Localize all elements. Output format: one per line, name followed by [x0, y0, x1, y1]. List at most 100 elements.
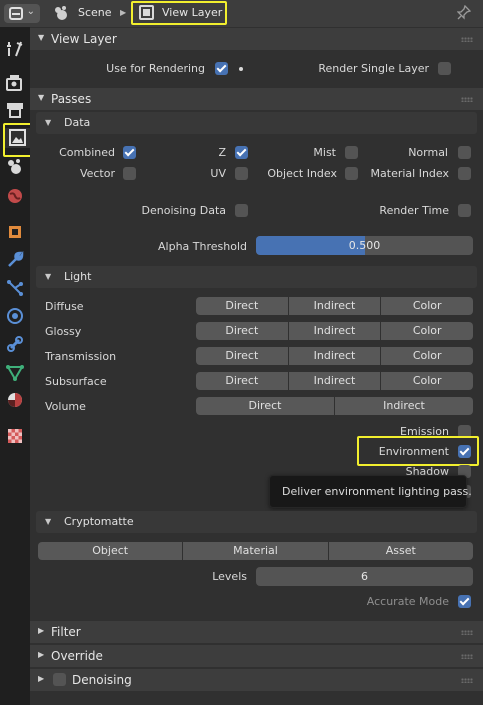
levels-label: Levels — [212, 570, 247, 583]
accurate-mode-label: Accurate Mode — [366, 595, 449, 608]
chevron-down-icon: ▼ — [45, 272, 52, 281]
cryptomatte-asset-button[interactable]: Asset — [328, 542, 473, 560]
drag-grip-icon[interactable] — [461, 654, 473, 659]
panel-title: View Layer — [51, 32, 117, 46]
editor-type-icon — [9, 7, 23, 20]
indirect-button[interactable]: Indirect — [288, 372, 381, 390]
cryptomatte-material-button[interactable]: Material — [183, 542, 328, 560]
environment-label: Environment — [378, 445, 449, 458]
panel-title: Denoising — [72, 673, 132, 687]
light-row-label: Glossy — [45, 325, 82, 338]
tab-render[interactable] — [5, 73, 25, 93]
direct-button[interactable]: Direct — [196, 372, 288, 390]
material-index-label: Material Index — [370, 167, 449, 180]
material-index-checkbox[interactable] — [458, 167, 471, 180]
vector-checkbox[interactable] — [123, 167, 136, 180]
render-single-layer-label: Render Single Layer — [318, 62, 429, 75]
editor-type-button[interactable]: ⌄ — [4, 4, 40, 23]
tab-material[interactable] — [5, 390, 25, 410]
indirect-button[interactable]: Indirect — [288, 347, 381, 365]
physics-icon — [7, 308, 23, 324]
indirect-button[interactable]: Indirect — [288, 297, 381, 315]
tab-scene[interactable] — [5, 157, 25, 177]
denoising-data-checkbox[interactable] — [235, 204, 248, 217]
direct-button[interactable]: Direct — [196, 297, 288, 315]
drag-grip-icon[interactable] — [461, 37, 473, 42]
panel-passes-header[interactable]: ▼ Passes — [30, 88, 483, 110]
chevron-down-icon: ▼ — [45, 118, 52, 127]
panel-override-header[interactable]: ▶ Override — [30, 645, 483, 667]
drag-grip-icon[interactable] — [461, 97, 473, 102]
breadcrumb-scene[interactable]: Scene — [78, 6, 112, 19]
tab-world[interactable] — [5, 186, 25, 206]
tab-data[interactable] — [5, 362, 25, 382]
tab-object[interactable] — [5, 222, 25, 242]
use-for-rendering-label: Use for Rendering — [106, 62, 205, 75]
environment-checkbox[interactable] — [458, 445, 471, 458]
combined-label: Combined — [59, 146, 115, 159]
chevron-right-icon: ▶ — [38, 626, 45, 635]
uv-label: UV — [210, 167, 226, 180]
drag-grip-icon[interactable] — [461, 630, 473, 635]
volume-direct-button[interactable]: Direct — [196, 397, 334, 415]
color-button[interactable]: Color — [381, 297, 473, 315]
levels-field[interactable]: 6 — [256, 567, 473, 586]
scene-icon — [53, 5, 69, 21]
cryptomatte-object-button[interactable]: Object — [38, 542, 183, 560]
subpanel-title: Cryptomatte — [64, 515, 134, 528]
panel-denoising-header[interactable]: ▶ Denoising — [30, 669, 483, 691]
z-checkbox[interactable] — [235, 146, 248, 159]
volume-label: Volume — [45, 400, 86, 413]
alpha-threshold-slider[interactable]: 0.500 — [256, 236, 473, 255]
tab-constraints[interactable] — [5, 334, 25, 354]
drag-grip-icon[interactable] — [461, 678, 473, 683]
subpanel-data-header[interactable]: ▼ Data — [36, 112, 477, 134]
indirect-button[interactable]: Indirect — [288, 322, 381, 340]
uv-checkbox[interactable] — [235, 167, 248, 180]
mist-label: Mist — [313, 146, 336, 159]
panel-title: Passes — [51, 92, 92, 106]
render-icon — [6, 75, 22, 91]
tab-physics[interactable] — [5, 306, 25, 326]
subpanel-cryptomatte-header[interactable]: ▼ Cryptomatte — [36, 511, 477, 533]
combined-checkbox[interactable] — [123, 146, 136, 159]
tab-texture[interactable] — [5, 426, 25, 446]
object-index-checkbox[interactable] — [345, 167, 358, 180]
subpanel-light-header[interactable]: ▼ Light — [36, 266, 477, 288]
vector-label: Vector — [79, 167, 115, 180]
view-layer-icon — [139, 5, 154, 20]
tab-particles[interactable] — [5, 278, 25, 298]
direct-button[interactable]: Direct — [196, 322, 288, 340]
direct-button[interactable]: Direct — [196, 347, 288, 365]
light-row-label: Subsurface — [45, 375, 107, 388]
color-button[interactable]: Color — [381, 372, 473, 390]
tab-output[interactable] — [5, 100, 25, 120]
texture-icon — [8, 429, 22, 443]
chevron-down-icon: ⌄ — [26, 6, 35, 17]
panel-title: Filter — [51, 625, 81, 639]
light-row-label: Diffuse — [45, 300, 84, 313]
tab-modifiers[interactable] — [5, 250, 25, 270]
accurate-mode-checkbox[interactable] — [458, 595, 471, 608]
panel-filter-header[interactable]: ▶ Filter — [30, 621, 483, 643]
normal-checkbox[interactable] — [458, 146, 471, 159]
properties-header: ⌄ Scene ▶ View Layer — [0, 0, 483, 27]
volume-pass-buttons: Direct Indirect — [196, 397, 473, 415]
color-button[interactable]: Color — [381, 347, 473, 365]
volume-indirect-button[interactable]: Indirect — [335, 397, 473, 415]
denoising-checkbox[interactable] — [53, 673, 66, 686]
pin-icon[interactable] — [456, 4, 472, 24]
render-single-layer-checkbox[interactable] — [438, 62, 451, 75]
use-for-rendering-checkbox[interactable] — [215, 62, 228, 75]
breadcrumb-view-layer[interactable]: View Layer — [162, 6, 222, 19]
normal-label: Normal — [408, 146, 448, 159]
mist-checkbox[interactable] — [345, 146, 358, 159]
keyframe-dot-icon[interactable] — [239, 67, 243, 71]
render-time-checkbox[interactable] — [458, 204, 471, 217]
color-button[interactable]: Color — [381, 322, 473, 340]
properties-tab-bar — [0, 27, 36, 705]
panel-view-layer-header[interactable]: ▼ View Layer — [30, 28, 483, 50]
light-row-pass-buttons: Direct Indirect Color — [196, 347, 473, 365]
tab-tool[interactable] — [5, 39, 25, 59]
render-time-label: Render Time — [379, 204, 449, 217]
